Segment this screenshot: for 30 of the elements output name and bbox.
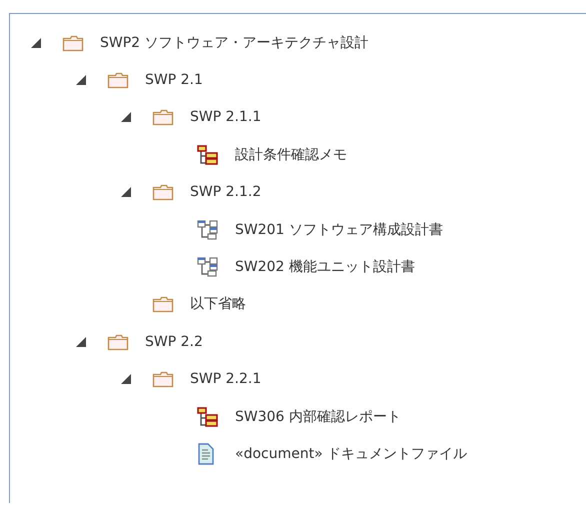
tree-item[interactable]: SWP 2.1.2 [190,184,262,200]
collapse-arrow-icon[interactable] [120,186,132,198]
folder-icon [107,332,129,351]
collapse-arrow-icon[interactable] [120,373,132,386]
structure-diagram-icon [197,257,219,278]
tree-item[interactable]: SWP2 ソフトウェア・アーキテクチャ設計 [100,34,369,52]
collapse-arrow-icon[interactable] [75,336,87,348]
tree-item[interactable]: SW306 内部確認レポート [235,408,401,426]
hierarchy-diagram-icon [197,144,219,165]
collapse-arrow-icon[interactable] [120,111,132,124]
collapse-arrow-icon[interactable] [30,36,42,49]
tree-item[interactable]: SWP 2.1.1 [190,109,262,126]
folder-icon [152,183,174,202]
tree-item[interactable]: SWP 2.2 [145,334,203,350]
folder-icon [62,34,84,52]
folder-icon [152,295,174,314]
collapse-arrow-icon[interactable] [75,74,87,86]
tree-item[interactable]: «document» ドキュメントファイル [235,444,468,463]
hierarchy-diagram-icon [197,406,219,427]
folder-icon [152,108,174,126]
folder-icon [152,370,174,388]
tree-item[interactable]: SWP 2.2.1 [190,371,262,388]
document-icon [197,442,215,465]
tree-item[interactable]: 設計条件確認メモ [235,146,347,164]
folder-icon [107,71,129,90]
tree-item[interactable]: SW201 ソフトウェア構成設計書 [235,220,443,239]
tree-item[interactable]: SWP 2.1 [145,72,203,88]
tree-item[interactable]: SW202 機能ユニット設計書 [235,258,415,276]
structure-diagram-icon [197,220,219,240]
tree-item[interactable]: 以下省略 [190,295,246,314]
